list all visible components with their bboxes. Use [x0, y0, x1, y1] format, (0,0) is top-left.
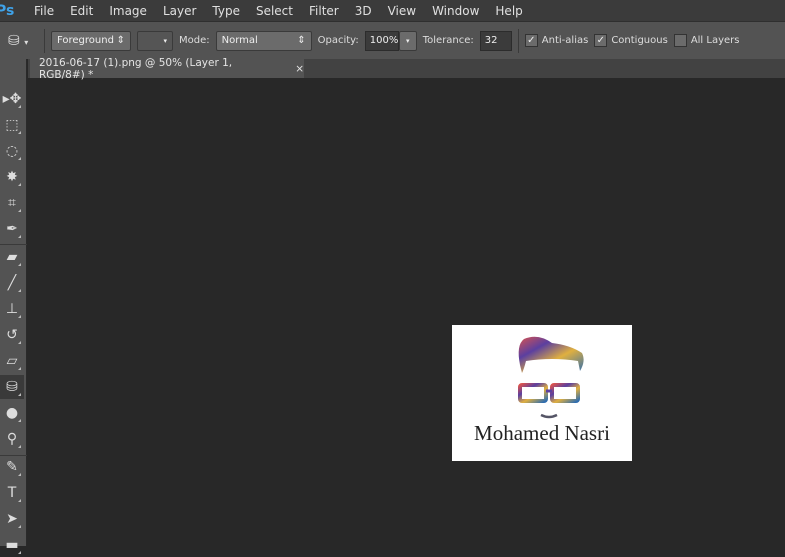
tool-healing[interactable]: ▰ [0, 245, 24, 269]
menu-layer[interactable]: Layer [155, 4, 204, 18]
shape-icon: ▬ [5, 537, 19, 553]
tool-separator [0, 244, 27, 245]
document-tab-bar: 2016-06-17 (1).png @ 50% (Layer 1, RGB/8… [28, 56, 785, 81]
paint-bucket-icon: ⛁ [6, 379, 18, 395]
menu-edit[interactable]: Edit [62, 4, 101, 18]
menu-help[interactable]: Help [487, 4, 530, 18]
tool-history-brush[interactable]: ↺ [0, 323, 24, 347]
close-tab-icon[interactable]: × [295, 63, 304, 75]
checkmark-icon: ✓ [524, 34, 538, 47]
mode-value: Normal [221, 35, 258, 46]
opacity-input[interactable]: 100% [364, 30, 399, 51]
menu-type[interactable]: Type [204, 4, 248, 18]
fill-source-value: Foreground [57, 35, 114, 46]
tool-pen[interactable]: ✎ [0, 455, 24, 479]
chevron-down-icon: ▾ [405, 36, 410, 45]
avatar-illustration [518, 336, 584, 419]
menu-window[interactable]: Window [424, 4, 487, 18]
glasses-right [550, 383, 580, 403]
fill-source-select[interactable]: Foreground ⇕ [51, 30, 131, 51]
contiguous-label: Contiguous [611, 35, 668, 46]
document-tab-title: 2016-06-17 (1).png @ 50% (Layer 1, RGB/8… [39, 56, 233, 81]
tolerance-label: Tolerance: [422, 35, 474, 46]
chevron-down-icon: ▾ [163, 36, 167, 45]
anti-alias-checkbox[interactable]: ✓ Anti-alias [524, 34, 589, 47]
tolerance-input[interactable]: 32 [479, 30, 512, 51]
tool-eraser[interactable]: ▱ [0, 349, 24, 373]
blur-icon: ● [5, 405, 19, 421]
marquee-icon: ⬚ [5, 117, 19, 133]
checkmark-icon: ✓ [594, 34, 608, 47]
glasses-left [518, 383, 548, 403]
tool-paint-bucket[interactable]: ⛁ [0, 375, 24, 399]
document-canvas[interactable]: Mohamed Nasri [452, 325, 632, 461]
type-icon: T [7, 485, 17, 501]
eyedropper-icon: ✒ [6, 221, 18, 237]
all-layers-label: All Layers [690, 35, 740, 46]
crop-icon: ⌗ [8, 195, 16, 211]
brush-icon: ╱ [7, 275, 17, 291]
healing-icon: ▰ [6, 249, 18, 265]
tool-dodge[interactable]: ⚲ [0, 427, 24, 451]
tool-eyedropper[interactable]: ✒ [0, 217, 24, 241]
move-icon: ▸✥ [2, 91, 22, 107]
tool-type[interactable]: T [0, 481, 24, 505]
opacity-label: Opacity: [317, 35, 359, 46]
menu-image[interactable]: Image [101, 4, 155, 18]
tool-brush[interactable]: ╱ [0, 271, 24, 295]
tool-separator [0, 455, 27, 456]
tool-move[interactable]: ▸✥ [0, 87, 24, 111]
history-brush-icon: ↺ [6, 327, 18, 343]
hair-shape [518, 336, 584, 373]
checkbox-empty [673, 34, 687, 47]
updown-icon: ⇕ [116, 35, 125, 46]
image-caption: Mohamed Nasri [474, 421, 610, 445]
mode-select[interactable]: Normal ⇕ [215, 30, 312, 51]
tool-shape[interactable]: ▬ [0, 533, 24, 557]
menu-3d[interactable]: 3D [347, 4, 380, 18]
stamp-icon: ⊥ [5, 301, 19, 317]
menu-view[interactable]: View [380, 4, 424, 18]
dodge-icon: ⚲ [6, 431, 18, 447]
menu-select[interactable]: Select [248, 4, 301, 18]
lasso-icon: ◌ [5, 143, 19, 159]
pen-icon: ✎ [6, 459, 18, 475]
paint-bucket-preset-icon[interactable]: ⛁ ▾ [8, 33, 38, 49]
tool-stamp[interactable]: ⊥ [0, 297, 24, 321]
all-layers-checkbox[interactable]: All Layers [673, 34, 740, 47]
mode-label: Mode: [179, 35, 210, 46]
path-select-icon: ➤ [6, 511, 18, 527]
tool-path-select[interactable]: ➤ [0, 507, 24, 531]
tool-marquee[interactable]: ⬚ [0, 113, 24, 137]
menu-bar: Ps File Edit Image Layer Type Select Fil… [0, 0, 785, 21]
tool-blur[interactable]: ● [0, 401, 24, 425]
document-tab[interactable]: 2016-06-17 (1).png @ 50% (Layer 1, RGB/8… [30, 56, 304, 81]
eraser-icon: ▱ [6, 353, 18, 369]
tool-lasso[interactable]: ◌ [0, 139, 24, 163]
updown-icon: ⇕ [297, 35, 306, 46]
options-bar: ⛁ ▾ Foreground ⇕ ▾ Mode: Normal ⇕ Opacity:… [0, 21, 785, 59]
menu-file[interactable]: File [26, 4, 62, 18]
tool-magic-wand[interactable]: ✸ [0, 165, 24, 189]
magic-wand-icon: ✸ [6, 169, 18, 185]
photoshop-logo: Ps [0, 2, 15, 19]
tool-crop[interactable]: ⌗ [0, 191, 24, 215]
anti-alias-label: Anti-alias [541, 35, 589, 46]
contiguous-checkbox[interactable]: ✓ Contiguous [594, 34, 668, 47]
menu-filter[interactable]: Filter [301, 4, 347, 18]
opacity-dropdown[interactable]: ▾ [398, 30, 417, 51]
mouth [540, 413, 558, 419]
pattern-picker[interactable]: ▾ [137, 30, 173, 51]
tools-panel: ▸✥ ⬚ ◌ ✸ ⌗ ✒ ▰ ╱ ⊥ ↺ ▱ ⛁ ● ⚲ ✎ T ➤ ▬ [0, 59, 27, 554]
